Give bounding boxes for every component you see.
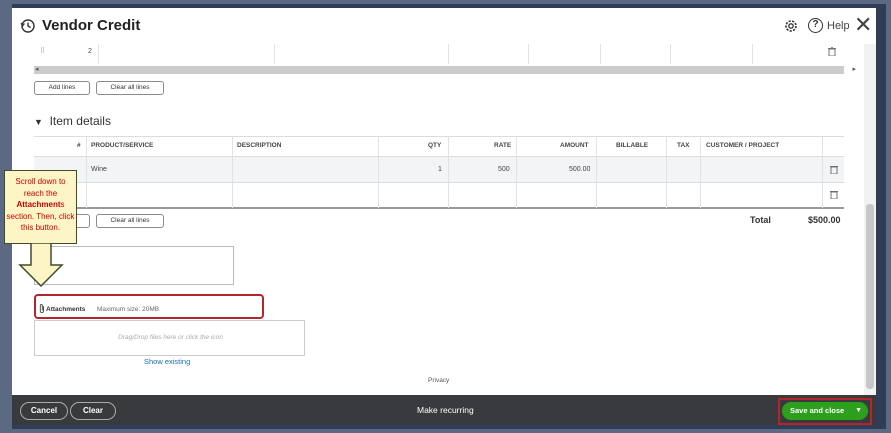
row-product[interactable]: Wine — [91, 166, 107, 173]
clear-all-lines-button[interactable]: Clear all lines — [96, 214, 164, 228]
table-bottom-border — [34, 207, 844, 209]
row-number: 2 — [88, 48, 92, 55]
col-divider — [600, 44, 601, 64]
horizontal-scrollbar[interactable]: ◂ ▸ — [34, 65, 856, 74]
attachments-max-size: Maximum size: 20MB — [97, 306, 160, 313]
file-drop-zone[interactable]: Drag/Drop files here or click the icon — [34, 320, 305, 356]
caret-down-icon[interactable]: ▼ — [34, 117, 43, 127]
col-header-qty: QTY — [428, 142, 442, 149]
vendor-credit-window: Vendor Credit ? Help ✕ ⠿ 2 ◂ ▸ Add lines… — [12, 8, 876, 425]
table-top-border — [34, 136, 844, 137]
cancel-button[interactable]: Cancel — [20, 402, 68, 420]
col-divider — [274, 44, 275, 64]
scroll-right-icon[interactable]: ▸ — [852, 65, 856, 73]
table-row[interactable] — [34, 183, 844, 207]
row-amount[interactable]: 500.00 — [569, 166, 590, 173]
total-label: Total — [750, 215, 771, 225]
trash-icon[interactable] — [828, 47, 836, 56]
col-divider — [596, 136, 597, 208]
trash-icon[interactable] — [830, 165, 838, 174]
save-and-close-label: Save and close — [790, 406, 845, 415]
instruction-callout: Scroll down to reach the Attachments sec… — [4, 170, 77, 244]
total-value: $500.00 — [808, 215, 841, 225]
vertical-scrollbar[interactable] — [864, 44, 876, 395]
col-header-rate: RATE — [494, 142, 512, 149]
col-divider — [448, 136, 449, 208]
col-header-product: PRODUCT/SERVICE — [91, 142, 154, 149]
footer-bar: Cancel Clear Make recurring Save and clo… — [12, 395, 876, 425]
col-divider — [700, 136, 701, 208]
section-title-text: Item details — [49, 114, 111, 128]
help-icon[interactable]: ? — [808, 18, 823, 33]
col-divider — [670, 44, 671, 64]
add-lines-button[interactable]: Add lines — [34, 81, 90, 95]
item-details-section-title[interactable]: ▼ Item details — [34, 114, 111, 128]
col-divider — [378, 136, 379, 208]
callout-bold: Attachment — [16, 200, 61, 209]
attachments-label: Attachments — [46, 306, 86, 313]
page-title: Vendor Credit — [42, 17, 141, 34]
trash-icon[interactable] — [830, 190, 838, 199]
col-divider — [666, 136, 667, 208]
drag-handle-icon[interactable]: ⠿ — [40, 47, 45, 55]
col-divider — [86, 136, 87, 208]
scrollbar-thumb[interactable] — [866, 204, 874, 389]
make-recurring-link[interactable]: Make recurring — [417, 405, 474, 415]
drop-zone-text: Drag/Drop files here or click the icon — [118, 334, 223, 341]
chevron-down-icon[interactable]: ▼ — [855, 402, 862, 420]
clear-button[interactable]: Clear — [70, 402, 116, 420]
history-icon[interactable] — [20, 18, 36, 34]
col-divider — [528, 44, 529, 64]
col-header-num: # — [77, 142, 81, 149]
callout-line1: Scroll down to reach the — [15, 177, 66, 198]
col-header-billable: BILLABLE — [616, 142, 649, 149]
privacy-link[interactable]: Privacy — [428, 377, 449, 384]
clear-all-lines-button[interactable]: Clear all lines — [96, 81, 164, 95]
col-divider — [98, 44, 99, 64]
save-and-close-button[interactable]: Save and close ▼ — [782, 402, 868, 420]
col-divider — [822, 136, 823, 208]
header: Vendor Credit ? Help ✕ — [12, 8, 876, 44]
col-header-amount: AMOUNT — [560, 142, 589, 149]
memo-textarea[interactable] — [34, 246, 234, 285]
close-icon[interactable]: ✕ — [854, 14, 872, 36]
row-qty[interactable]: 1 — [438, 166, 442, 173]
col-divider — [448, 44, 449, 64]
col-header-description: DESCRIPTION — [237, 142, 282, 149]
col-header-tax: TAX — [677, 142, 690, 149]
col-divider — [516, 136, 517, 208]
scroll-left-icon[interactable]: ◂ — [35, 65, 39, 73]
row-rate[interactable]: 500 — [498, 166, 510, 173]
paperclip-icon[interactable] — [38, 303, 46, 314]
show-existing-link[interactable]: Show existing — [144, 357, 190, 366]
col-header-customer-project: CUSTOMER / PROJECT — [706, 142, 780, 149]
col-divider — [752, 44, 753, 64]
help-link[interactable]: Help — [827, 20, 850, 32]
col-divider — [232, 136, 233, 208]
gear-icon[interactable] — [783, 18, 799, 34]
callout-arrow-icon — [18, 243, 64, 287]
